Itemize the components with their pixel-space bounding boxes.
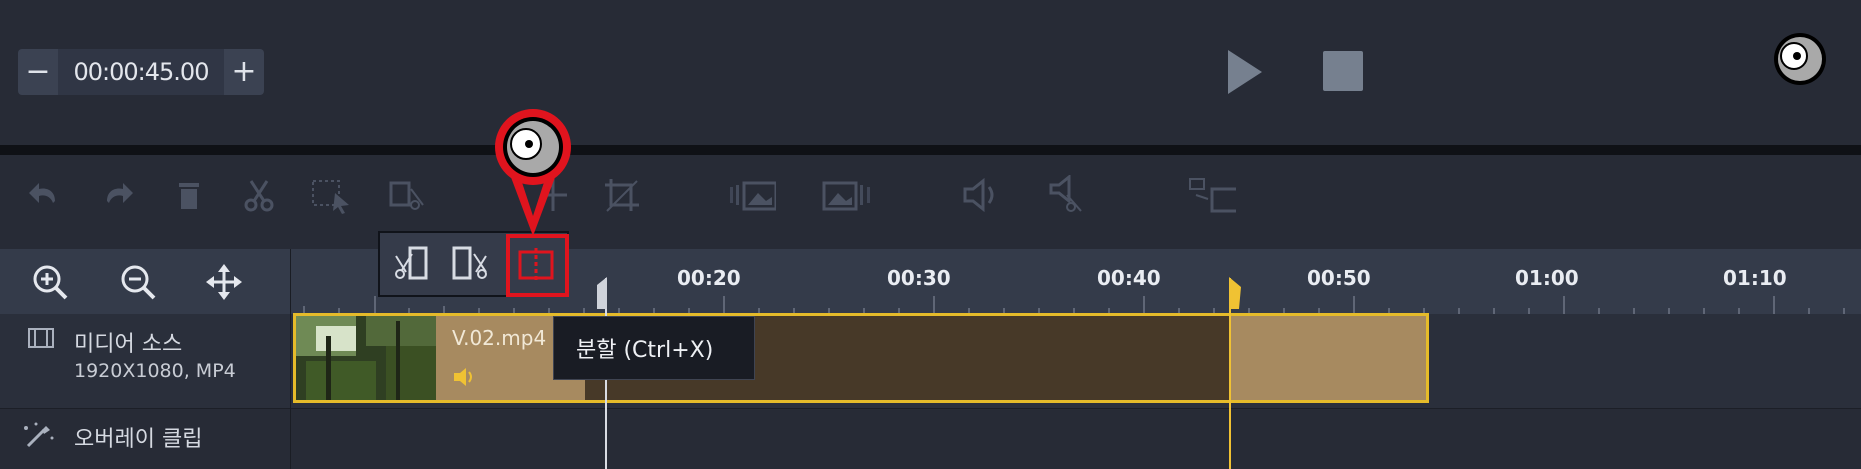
zoom-out-icon <box>121 265 156 300</box>
callout-pin-icon <box>492 104 574 240</box>
replace-icon <box>1189 178 1236 213</box>
duration-decrease-button[interactable]: − <box>18 49 58 95</box>
trash-icon <box>179 183 199 209</box>
zoom-in-icon <box>33 265 68 300</box>
ruler-label-00-50: 00:50 <box>1307 266 1371 290</box>
fit-timeline-button[interactable] <box>204 262 244 302</box>
playhead-handle[interactable] <box>597 277 607 309</box>
split-remove-button[interactable] <box>382 170 432 220</box>
delete-button[interactable] <box>164 170 214 220</box>
overlay-magic-icon <box>20 420 56 450</box>
split-scissors-left-icon <box>395 246 428 280</box>
clip-thumbnail <box>296 316 436 400</box>
cut-button[interactable] <box>234 170 284 220</box>
cursor-marker-icon <box>1772 31 1828 87</box>
clip-audio-icon <box>452 366 478 388</box>
split-tooltip: 분할 (Ctrl+X) <box>553 316 755 380</box>
duration-value[interactable]: 00:00:45.00 <box>58 49 224 95</box>
select-range-icon <box>312 180 349 214</box>
ruler-label-00-30: 00:30 <box>887 266 951 290</box>
ruler-label-00-20: 00:20 <box>677 266 741 290</box>
image-fade-out-button[interactable] <box>820 170 870 220</box>
audio-split-button[interactable] <box>1042 170 1092 220</box>
redo-icon <box>107 183 133 203</box>
split-cut-left-button[interactable] <box>390 242 436 286</box>
undo-button[interactable] <box>20 170 70 220</box>
split-button-highlight <box>506 234 569 297</box>
speaker-cut-icon <box>1049 175 1082 212</box>
track-header-divider <box>290 249 291 469</box>
replace-button[interactable] <box>1186 170 1236 220</box>
duration-stepper: − 00:00:45.00 + <box>18 49 264 95</box>
panel-separator <box>0 145 1861 155</box>
track-divider <box>0 408 1861 409</box>
split-scissors-right-icon <box>452 246 487 280</box>
scissors-icon <box>244 180 274 212</box>
zoom-out-button[interactable] <box>118 262 158 302</box>
crop-button[interactable] <box>598 170 648 220</box>
redo-button[interactable] <box>92 170 142 220</box>
media-track-label: 미디어 소스 <box>74 332 183 357</box>
split-scissors-icon <box>389 181 424 210</box>
playback-bar <box>0 0 1861 145</box>
image-out-icon <box>822 181 870 211</box>
move-arrows-icon <box>206 264 242 300</box>
undo-icon <box>29 183 55 203</box>
ruler-ticks <box>303 296 1845 314</box>
stop-button[interactable] <box>1323 51 1363 91</box>
crop-icon <box>605 179 639 212</box>
clip-filename: V.02.mp4 <box>452 326 547 350</box>
duration-increase-button[interactable]: + <box>224 49 264 95</box>
ruler-label-01-10: 01:10 <box>1723 266 1787 290</box>
film-icon <box>26 326 56 350</box>
zoom-in-button[interactable] <box>30 262 70 302</box>
play-button[interactable] <box>1222 48 1266 96</box>
overlay-track-label: 오버레이 클립 <box>74 427 203 452</box>
play-icon <box>1228 50 1262 94</box>
speaker-icon <box>963 177 994 213</box>
ruler-label-01-00: 01:00 <box>1515 266 1579 290</box>
end-marker-handle[interactable] <box>1229 277 1241 309</box>
media-track-format: 1920X1080, MP4 <box>74 360 236 382</box>
select-range-button[interactable] <box>306 170 356 220</box>
ruler-label-00-40: 00:40 <box>1097 266 1161 290</box>
volume-button[interactable] <box>956 170 1006 220</box>
split-cut-right-button[interactable] <box>448 242 494 286</box>
image-in-icon <box>730 181 776 211</box>
overlay-track <box>0 408 1861 469</box>
image-fade-in-button[interactable] <box>726 170 776 220</box>
